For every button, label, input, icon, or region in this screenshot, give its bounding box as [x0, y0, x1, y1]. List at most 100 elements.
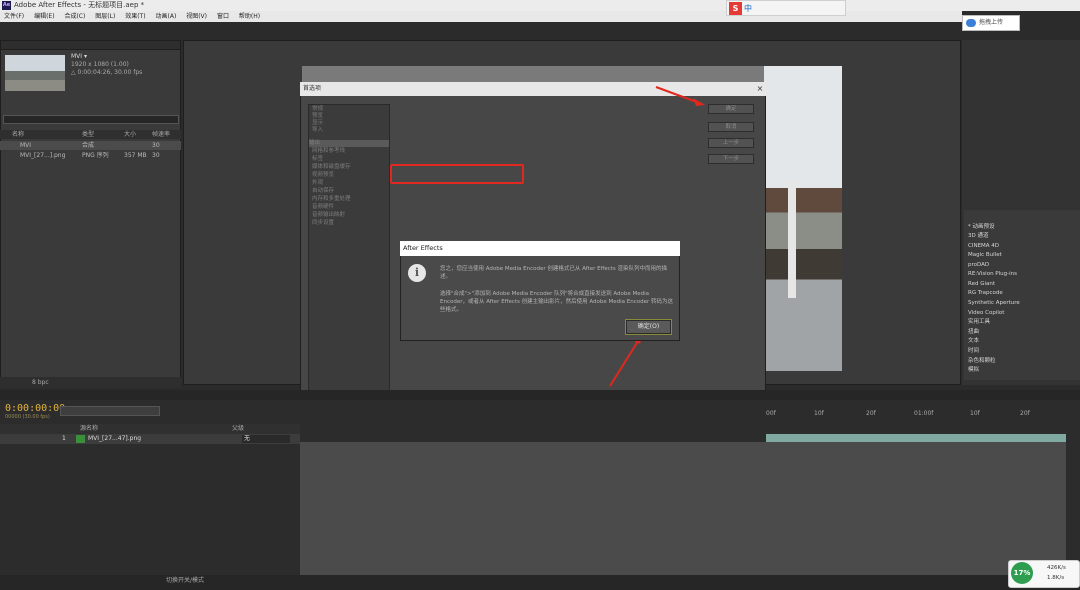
alert-title: After Effects	[400, 241, 680, 256]
effect-category[interactable]: 3D 通道	[968, 232, 988, 242]
composition-duration: △ 0:00:04:26, 30.00 fps	[71, 69, 143, 76]
menu-window[interactable]: 窗口	[217, 13, 229, 20]
timeline-track-area	[300, 442, 1066, 577]
layer-index: 1	[62, 435, 66, 442]
png-sequence-icon	[76, 435, 85, 443]
menu-view[interactable]: 视图(V)	[186, 13, 207, 20]
effect-category[interactable]: RG Trapcode	[968, 289, 1003, 299]
col-fps[interactable]: 帧速率	[152, 130, 170, 139]
current-timecode[interactable]: 0:00:00:00	[5, 403, 65, 414]
pref-category[interactable]: 音频输出映射	[312, 212, 345, 219]
effect-category[interactable]: 时间	[968, 347, 979, 357]
effect-category[interactable]: Magic Bullet	[968, 251, 1002, 261]
alert-message: 您之，您应当使用 Adobe Media Encoder 创建格式已从 Afte…	[440, 266, 668, 280]
layer-name: MVI_[27...47].png	[88, 435, 142, 442]
toggle-switches-modes[interactable]: 切换开关/模式	[166, 575, 204, 587]
tree-trunk-image	[788, 180, 796, 298]
composition-name[interactable]: MVI ▾	[71, 53, 142, 61]
cloud-upload-label: 拖拽上传	[979, 19, 1004, 26]
project-item-fps: 30	[152, 142, 160, 149]
prefs-cancel-button[interactable]: 取消	[708, 122, 754, 132]
effect-category[interactable]: Synthetic Aperture	[968, 299, 1020, 309]
timeline-footer: 切换开关/模式	[0, 575, 1080, 590]
ok-button[interactable]: 确定(O)	[626, 320, 671, 334]
timeline-header	[0, 390, 1080, 400]
upload-speed: 426K/s	[1047, 565, 1066, 571]
ime-toolbar[interactable]: S中	[726, 0, 846, 16]
prefs-next-button[interactable]: 下一步	[708, 154, 754, 164]
menu-animation[interactable]: 动画(A)	[156, 13, 177, 20]
composition-thumbnail	[5, 55, 65, 91]
preferences-title: 首选项	[300, 82, 766, 96]
timeline-search-input[interactable]	[60, 406, 160, 416]
menu-effect[interactable]: 效果(T)	[125, 13, 145, 20]
project-search-input[interactable]	[3, 115, 179, 124]
project-panel	[0, 40, 181, 385]
bpc-toggle[interactable]: 8 bpc	[32, 377, 49, 388]
effect-category[interactable]: 模拟	[968, 366, 979, 376]
project-item-name: MVI	[20, 142, 32, 149]
ruler-tick: 10f	[814, 410, 824, 417]
ruler-tick: 00f	[766, 410, 776, 417]
after-effects-logo-icon: Ae	[2, 1, 11, 10]
prefs-previous-button[interactable]: 上一步	[708, 138, 754, 148]
ruler-tick: 20f	[1020, 410, 1030, 417]
project-item[interactable]: MVI_[27...].png PNG 序列 357 MB 30	[0, 151, 181, 160]
close-icon[interactable]: ×	[754, 82, 766, 96]
project-columns: 名称 类型 大小 帧速率	[0, 130, 181, 139]
col-source-name[interactable]: 源名称	[80, 424, 98, 434]
composition-info: MVI ▾ 1920 x 1080 (1.00) △ 0:00:04:26, 3…	[71, 53, 142, 77]
frame-readout: 00000 (30.00 fps)	[5, 414, 50, 420]
project-item-type: PNG 序列	[82, 152, 109, 159]
pref-category[interactable]: 外观	[312, 180, 323, 187]
layer-row[interactable]: 1 MVI_[27...47].png 无	[0, 434, 300, 444]
composition-size: 1920 x 1080 (1.00)	[71, 61, 129, 68]
pref-category[interactable]: 媒体和磁盘缓存	[312, 164, 351, 171]
highlight-annotation	[390, 164, 524, 184]
menu-layer[interactable]: 图层(L)	[95, 13, 115, 20]
effect-category[interactable]: RE:Vision Plug-ins	[968, 270, 1017, 280]
project-item-size: 357 MB	[124, 152, 147, 159]
ruler-tick: 10f	[970, 410, 980, 417]
pref-category[interactable]: 自动保存	[312, 188, 334, 195]
pref-category[interactable]: 标签	[312, 156, 323, 163]
effect-category[interactable]: 实用工具	[968, 318, 990, 328]
prefs-ok-button[interactable]: 确定	[708, 104, 754, 114]
project-item-name: MVI_[27...].png	[20, 152, 66, 159]
cloud-icon	[966, 19, 976, 27]
menu-file[interactable]: 文件(F)	[4, 13, 24, 20]
pref-category[interactable]: 音频硬件	[312, 204, 334, 211]
sogou-icon: S	[729, 2, 742, 15]
effect-category[interactable]: 文本	[968, 337, 979, 347]
info-icon: i	[408, 264, 426, 282]
pref-category[interactable]: 网格和参考线	[312, 148, 345, 155]
ruler-tick: 20f	[866, 410, 876, 417]
window-title: Adobe After Effects - 无标题项目.aep *	[14, 1, 145, 9]
video-frame-image	[764, 66, 842, 371]
project-item-type: 合成	[82, 142, 95, 149]
pref-category[interactable]: 导入	[312, 127, 323, 134]
menu-edit[interactable]: 编辑(E)	[34, 13, 54, 20]
project-item-fps: 30	[152, 152, 160, 159]
col-size[interactable]: 大小	[124, 130, 136, 139]
pref-category[interactable]: 内存和多重处理	[312, 196, 351, 203]
col-name[interactable]: 名称	[12, 130, 24, 139]
pref-category[interactable]: 同步设置	[312, 220, 334, 227]
ime-mode-label[interactable]: 中	[744, 4, 752, 13]
project-panel-header	[1, 41, 180, 50]
layer-duration-bar[interactable]	[766, 434, 1066, 442]
menu-help[interactable]: 帮助(H)	[239, 13, 260, 20]
pref-category[interactable]: 视频预览	[312, 172, 334, 179]
col-type[interactable]: 类型	[82, 130, 94, 139]
cloud-upload-button[interactable]: 拖拽上传	[962, 15, 1020, 31]
time-ruler[interactable]: 00f 10f 20f 01:00f 10f 20f	[766, 408, 1066, 420]
cpu-usage-badge: 17%	[1011, 562, 1033, 584]
menu-composition[interactable]: 合成(C)	[64, 13, 85, 20]
download-speed: 1.8K/s	[1047, 575, 1065, 581]
pref-category-selected[interactable]: 输出	[309, 140, 389, 148]
title-bar: Ae Adobe After Effects - 无标题项目.aep *	[0, 0, 1080, 11]
project-item[interactable]: MVI 合成 30	[0, 141, 181, 150]
parent-select[interactable]: 无	[242, 435, 290, 443]
ruler-tick: 01:00f	[914, 410, 934, 417]
col-parent[interactable]: 父级	[232, 424, 244, 434]
